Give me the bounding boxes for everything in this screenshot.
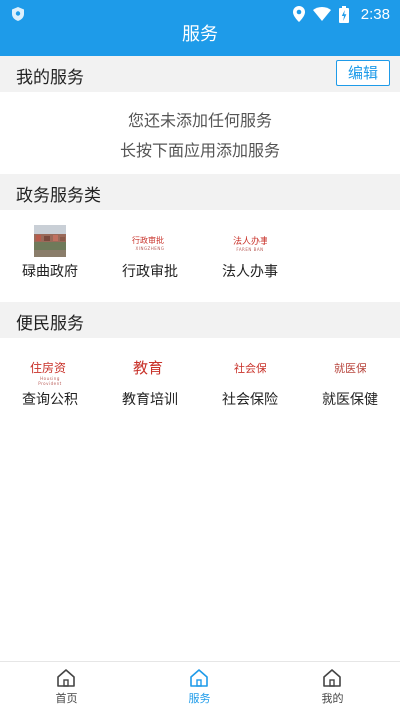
civil-services-header: 便民服务: [0, 302, 400, 338]
my-services-header: 我的服务 编辑: [0, 56, 400, 92]
service-tile-housing-fund[interactable]: 住房资 Housing Provident 查询公积: [0, 343, 100, 423]
gov-services-title: 政务服务类: [16, 186, 101, 206]
service-tile-social-insurance[interactable]: 社会保 社会保险: [200, 343, 300, 423]
civil-services-title: 便民服务: [16, 314, 84, 334]
my-services-title: 我的服务: [16, 68, 84, 88]
nav-item-home[interactable]: 首页: [0, 662, 133, 710]
empty-message-line1: 您还未添加任何服务: [127, 111, 272, 130]
social-insurance-icon: 社会保: [234, 362, 266, 375]
nav-label: 我的: [321, 692, 344, 705]
service-tile-admin-approval[interactable]: 行政审批 XINGZHENG 行政审批: [100, 215, 200, 295]
city-photo-icon: [34, 225, 66, 257]
service-tile-education[interactable]: 教育 教育培训: [100, 343, 200, 423]
gov-services-header: 政务服务类: [0, 174, 400, 210]
legal-person-icon: 法人办事 FAREN BAN: [233, 237, 267, 252]
nav-item-mine[interactable]: 我的: [266, 662, 399, 710]
shield-icon: [12, 7, 24, 21]
service-label: 碌曲政府: [22, 264, 78, 280]
edit-button[interactable]: 编辑: [336, 60, 390, 86]
nav-label: 首页: [55, 692, 78, 705]
service-label: 教育培训: [122, 392, 178, 408]
status-icons: 2:38: [292, 4, 390, 24]
approval-icon: 行政审批 XINGZHENG: [132, 236, 165, 251]
medical-icon: 就医保: [334, 362, 366, 375]
nav-item-services[interactable]: 服务: [133, 662, 266, 710]
battery-icon: [338, 5, 349, 23]
civil-services-grid: 住房资 Housing Provident 查询公积 教育 教育培训 社会保 社…: [0, 343, 400, 423]
location-icon: [292, 6, 305, 22]
home-icon: [57, 669, 75, 687]
service-label: 行政审批: [122, 264, 178, 280]
service-tile-luqu-government[interactable]: 碌曲政府: [0, 215, 100, 295]
housing-fund-icon: 住房资 Housing Provident: [30, 361, 67, 386]
home-icon: [323, 669, 341, 687]
service-label: 社会保险: [222, 392, 278, 408]
wifi-icon: [312, 7, 331, 21]
service-label: 法人办事: [222, 264, 278, 280]
service-tile-medical[interactable]: 就医保 就医保健: [300, 343, 400, 423]
service-label: 就医保健: [322, 392, 378, 408]
nav-label: 服务: [188, 692, 211, 705]
gov-services-grid: 碌曲政府 行政审批 XINGZHENG 行政审批 法人办事 FAREN BAN …: [0, 215, 400, 295]
bottom-nav: 首页 服务 我的: [0, 661, 400, 710]
home-icon: [190, 669, 208, 687]
empty-message-line2: 长按下面应用添加服务: [119, 141, 280, 160]
education-icon: 教育: [133, 359, 164, 377]
service-label: 查询公积: [22, 392, 78, 408]
app-bar: 服务: [0, 24, 400, 56]
page-title: 服务: [182, 24, 218, 45]
status-time: 2:38: [360, 5, 390, 23]
service-tile-legal-person[interactable]: 法人办事 FAREN BAN 法人办事: [200, 215, 300, 295]
